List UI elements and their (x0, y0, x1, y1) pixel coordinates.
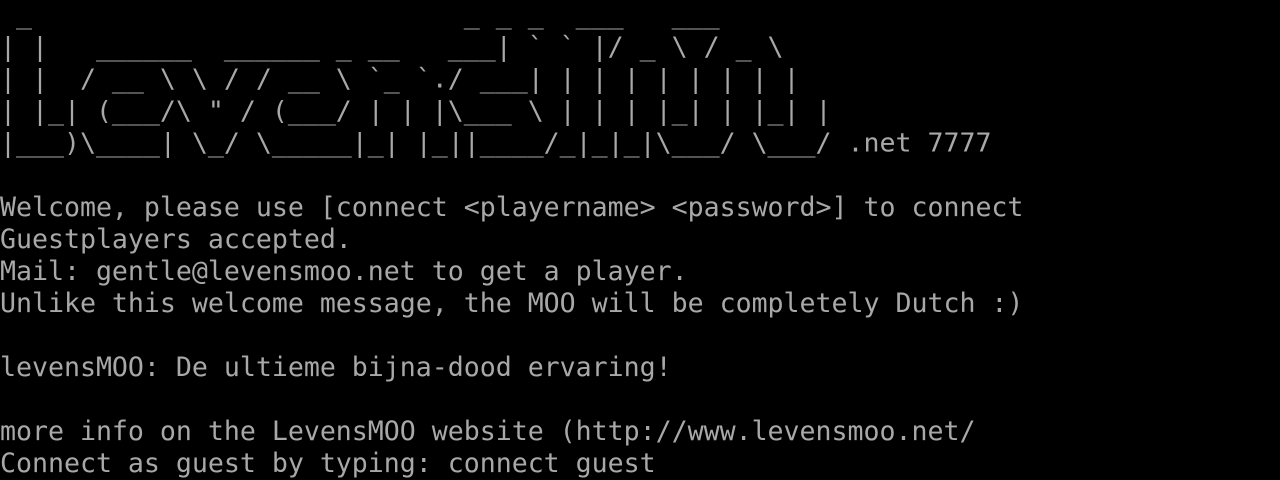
banner-line: |___)\____| \_/ \_____|_| |_||____/_|_|_… (0, 128, 992, 159)
mail-line: Mail: gentle@levensmoo.net to get a play… (0, 256, 688, 287)
banner-line: _ _ _ _ ___ ___ (0, 0, 720, 31)
banner-line: | | ______ ______ _ __ ___| ` ` |/ _ \ /… (0, 32, 784, 63)
website-info-line: more info on the LevensMOO website (http… (0, 416, 976, 447)
banner-line: | | / __ \ \ / / __ \ `_ `./ ___| | | | … (0, 64, 800, 95)
ascii-art-banner: _ _ _ _ ___ ___ | | ______ ______ _ __ _… (0, 0, 1280, 160)
banner-line: | |_| (___/\ " / (___/ | | |\___ \ | | |… (0, 96, 832, 127)
tagline-line: levensMOO: De ultieme bijna-dood ervarin… (0, 352, 672, 383)
guest-accepted-line: Guestplayers accepted. (0, 224, 352, 255)
terminal-screen[interactable]: _ _ _ _ ___ ___ | | ______ ______ _ __ _… (0, 0, 1280, 480)
guest-instructions-line: Connect as guest by typing: connect gues… (0, 448, 656, 479)
language-notice-line: Unlike this welcome message, the MOO wil… (0, 288, 1024, 319)
welcome-line: Welcome, please use [connect <playername… (0, 192, 1024, 223)
terminal-output: Welcome, please use [connect <playername… (0, 160, 1280, 480)
